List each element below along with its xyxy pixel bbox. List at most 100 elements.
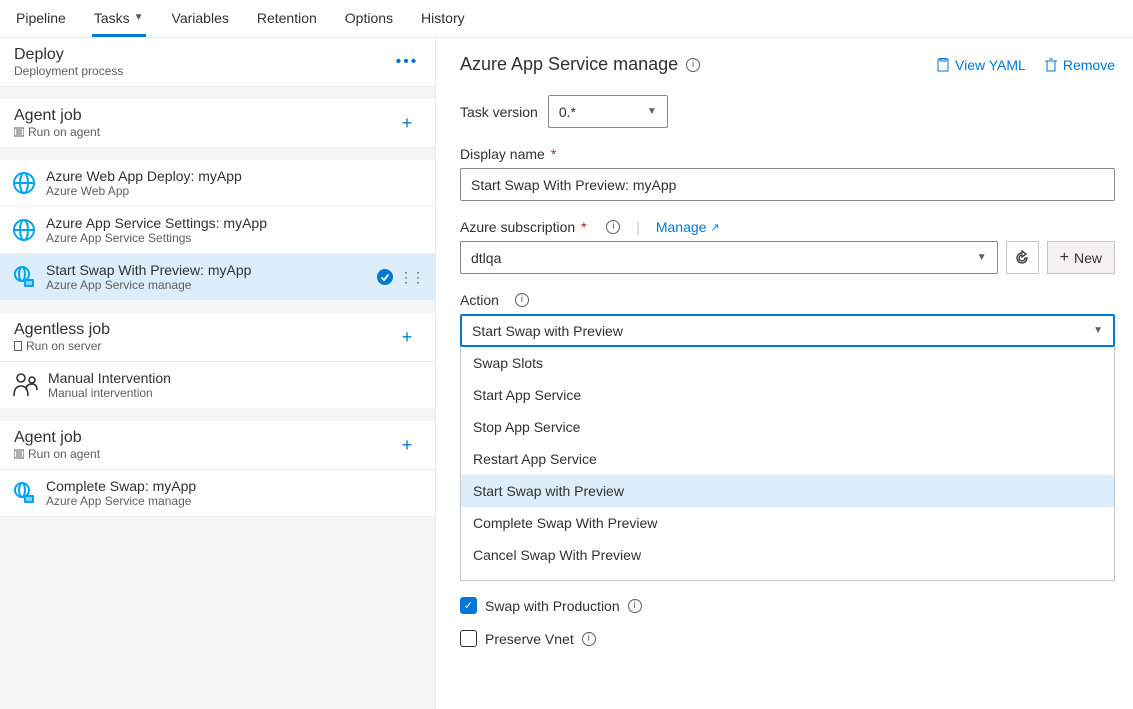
chevron-down-icon: ▼	[1093, 325, 1103, 336]
task-sub: Azure App Service Settings	[46, 231, 423, 245]
plus-icon: +	[1060, 249, 1069, 267]
azure-webapp-icon	[12, 218, 36, 242]
check-circle-icon[interactable]	[377, 269, 393, 285]
required-indicator: *	[581, 219, 586, 235]
deploy-sub: Deployment process	[14, 64, 123, 78]
info-icon[interactable]: i	[686, 58, 700, 72]
view-yaml-label: View YAML	[955, 57, 1026, 73]
task-version-value: 0.*	[559, 104, 576, 120]
manage-link[interactable]: Manage ↗	[656, 219, 720, 235]
manual-intervention-icon	[12, 372, 38, 398]
task-title: Manual Intervention	[48, 370, 423, 386]
agent-job-1-header[interactable]: Agent job Run on agent +	[0, 99, 435, 148]
trash-icon	[1044, 58, 1058, 72]
agent-icon	[14, 127, 24, 137]
agent-job-3-header[interactable]: Agent job Run on agent +	[0, 421, 435, 470]
agent-job-1-sub: Run on agent	[28, 125, 100, 139]
info-icon[interactable]: i	[582, 632, 596, 646]
drag-handle-icon[interactable]: ⋮⋮	[399, 275, 423, 280]
task-webapp-deploy[interactable]: Azure Web App Deploy: myApp Azure Web Ap…	[0, 160, 435, 207]
refresh-button[interactable]	[1006, 241, 1039, 274]
deploy-header[interactable]: Deploy Deployment process •••	[0, 38, 435, 87]
agentless-job-title: Agentless job	[14, 321, 110, 339]
task-start-swap[interactable]: Start Swap With Preview: myApp Azure App…	[0, 254, 435, 301]
clipboard-icon	[936, 58, 950, 72]
agent-icon	[14, 449, 24, 459]
preserve-vnet-label: Preserve Vnet	[485, 631, 574, 647]
info-icon[interactable]: i	[515, 293, 529, 307]
nav-options[interactable]: Options	[343, 0, 395, 37]
action-option[interactable]: Complete Swap With Preview	[461, 507, 1114, 539]
new-label: New	[1074, 250, 1102, 266]
task-sub: Manual intervention	[48, 386, 423, 400]
task-title: Complete Swap: myApp	[46, 478, 423, 494]
task-title: Azure App Service Settings: myApp	[46, 215, 423, 231]
deploy-more-button[interactable]: •••	[393, 53, 421, 71]
nav-retention[interactable]: Retention	[255, 0, 319, 37]
info-icon[interactable]: i	[628, 599, 642, 613]
left-panel: Deploy Deployment process ••• Agent job …	[0, 38, 436, 709]
agent-job-3-sub: Run on agent	[28, 447, 100, 461]
task-version-label: Task version	[460, 104, 538, 120]
task-sub: Azure App Service manage	[46, 494, 423, 508]
remove-label: Remove	[1063, 57, 1115, 73]
details-header: Azure App Service manage i View YAML Rem…	[460, 54, 1115, 75]
swap-production-checkbox[interactable]: ✓	[460, 597, 477, 614]
nav-history[interactable]: History	[419, 0, 467, 37]
manage-label: Manage	[656, 219, 707, 235]
agentless-job-add-button[interactable]: +	[393, 327, 421, 348]
action-label: Action	[460, 292, 499, 308]
refresh-icon	[1014, 250, 1030, 266]
new-button[interactable]: + New	[1047, 241, 1115, 274]
deploy-title: Deploy	[14, 46, 123, 64]
task-sub: Azure App Service manage	[46, 278, 367, 292]
chevron-down-icon: ▼	[977, 252, 987, 263]
chevron-down-icon: ▼	[647, 106, 657, 117]
remove-button[interactable]: Remove	[1044, 57, 1115, 73]
preserve-vnet-checkbox[interactable]	[460, 630, 477, 647]
subscription-select[interactable]: dtlqa ▼	[460, 241, 998, 274]
nav-variables[interactable]: Variables	[170, 0, 231, 37]
nav-pipeline[interactable]: Pipeline	[14, 0, 68, 37]
server-icon	[14, 341, 22, 351]
agent-job-3-title: Agent job	[14, 429, 100, 447]
action-option[interactable]: Start App Service	[461, 379, 1114, 411]
display-name-label: Display name	[460, 146, 545, 162]
action-option[interactable]: Stop App Service	[461, 411, 1114, 443]
task-appservice-settings[interactable]: Azure App Service Settings: myApp Azure …	[0, 207, 435, 254]
task-version-select[interactable]: 0.* ▼	[548, 95, 668, 128]
action-option[interactable]: Swap Slots	[461, 347, 1114, 379]
task-complete-swap[interactable]: Complete Swap: myApp Azure App Service m…	[0, 470, 435, 517]
action-option[interactable]: Delete Slot	[461, 571, 1114, 581]
task-sub: Azure Web App	[46, 184, 423, 198]
task-title: Start Swap With Preview: myApp	[46, 262, 367, 278]
info-icon[interactable]: i	[606, 220, 620, 234]
top-nav: Pipeline Tasks ▼ Variables Retention Opt…	[0, 0, 1133, 38]
details-title: Azure App Service manage	[460, 54, 678, 75]
action-option[interactable]: Cancel Swap With Preview	[461, 539, 1114, 571]
agent-job-3-add-button[interactable]: +	[393, 435, 421, 456]
subscription-value: dtlqa	[471, 250, 501, 266]
azure-appservice-manage-icon	[12, 481, 36, 505]
agent-job-1-title: Agent job	[14, 107, 100, 125]
action-select[interactable]: Start Swap with Preview ▼	[460, 314, 1115, 347]
action-option[interactable]: Restart App Service	[461, 443, 1114, 475]
view-yaml-button[interactable]: View YAML	[936, 57, 1026, 73]
task-title: Azure Web App Deploy: myApp	[46, 168, 423, 184]
agentless-job-sub: Run on server	[26, 339, 101, 353]
external-link-icon: ↗	[710, 221, 719, 234]
required-indicator: *	[551, 146, 556, 162]
agent-job-1-add-button[interactable]: +	[393, 113, 421, 134]
nav-tasks[interactable]: Tasks ▼	[92, 0, 146, 37]
agentless-job-header[interactable]: Agentless job Run on server +	[0, 313, 435, 362]
action-dropdown: Swap Slots Start App Service Stop App Se…	[460, 347, 1115, 581]
chevron-down-icon: ▼	[134, 8, 144, 28]
right-panel: Azure App Service manage i View YAML Rem…	[436, 38, 1133, 709]
action-option[interactable]: Start Swap with Preview	[461, 475, 1114, 507]
action-selected-value: Start Swap with Preview	[472, 323, 623, 339]
display-name-input[interactable]	[460, 168, 1115, 201]
task-manual-intervention[interactable]: Manual Intervention Manual intervention	[0, 362, 435, 409]
subscription-label: Azure subscription	[460, 219, 575, 235]
azure-webapp-icon	[12, 171, 36, 195]
swap-production-label: Swap with Production	[485, 598, 620, 614]
